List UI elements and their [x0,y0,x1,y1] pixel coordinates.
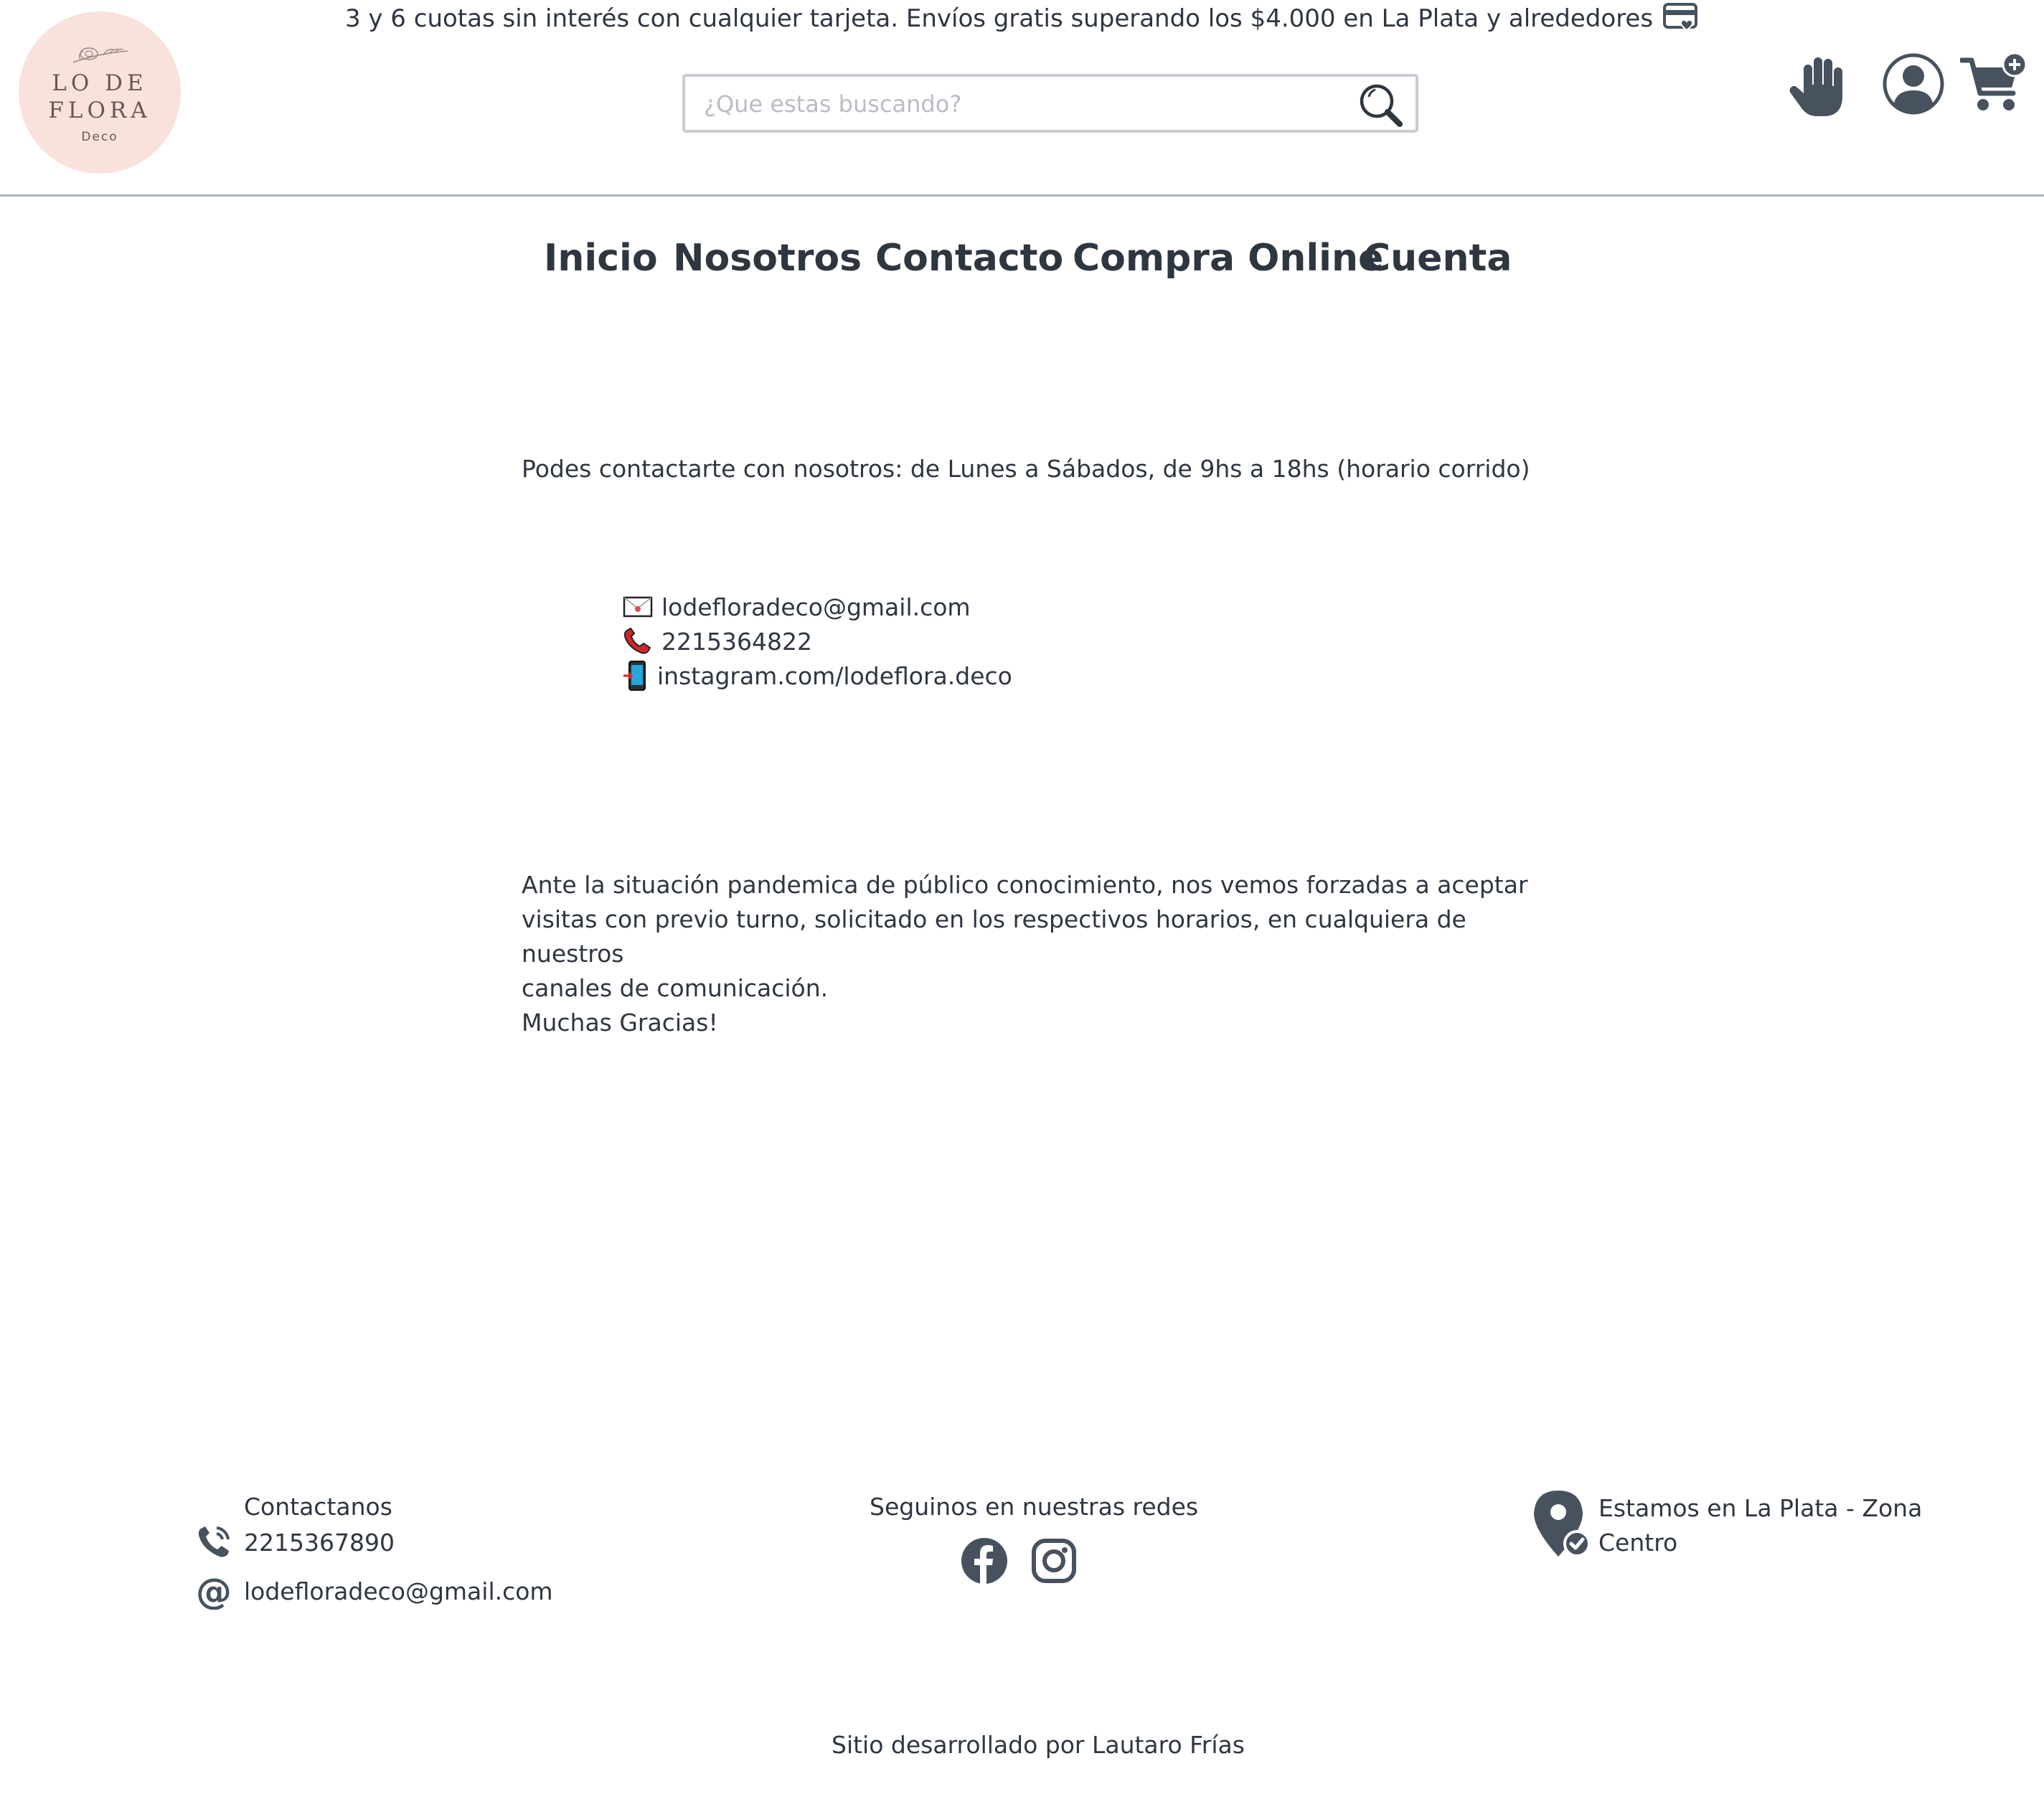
promo-text: 3 y 6 cuotas sin interés con cualquier t… [344,4,1654,33]
flower-sprig-icon [72,47,128,63]
contact-list: lodefloradeco@gmail.com 2215364822 insta… [623,590,1012,693]
contact-hours: Podes contactarte con nosotros: de Lunes… [522,455,1530,483]
footer-social-title: Seguinos en nuestras redes [870,1493,1199,1521]
nav-item-inicio[interactable]: Inicio [544,237,658,280]
footer-location-line-1: Estamos en La Plata - Zona [1598,1494,1923,1522]
instagram-icon[interactable] [1031,1538,1077,1584]
envelope-icon [623,595,653,618]
header-divider [0,194,2044,197]
hand-icon[interactable] [1786,52,1851,121]
notice-line: Ante la situación pandemica de público c… [522,871,1528,899]
search-box [682,74,1418,133]
contact-row-email: lodefloradeco@gmail.com [623,590,1012,624]
logo-line-1: LO DE [52,70,148,96]
notice-line: canales de comunicación. [522,974,829,1002]
contact-row-phone: 2215364822 [623,624,1012,658]
footer-credit: Sitio desarrollado por Lautaro Frías [832,1731,1245,1759]
telephone-icon [623,628,653,655]
footer-phone[interactable]: 2215367890 [244,1525,395,1561]
nav-item-nosotros[interactable]: Nosotros [673,237,862,280]
footer-email[interactable]: lodefloradeco@gmail.com [244,1574,553,1610]
nav-item-cuenta[interactable]: Cuenta [1363,237,1512,280]
contact-row-instagram: instagram.com/lodeflora.deco [623,658,1012,693]
search-icon[interactable] [1357,81,1404,128]
user-icon[interactable] [1881,52,1946,119]
contact-phone[interactable]: 2215364822 [661,628,812,656]
nav-item-contacto[interactable]: Contacto [875,237,1063,280]
contact-instagram[interactable]: instagram.com/lodeflora.deco [657,662,1012,690]
main-nav: Inicio Nosotros Contacto Compra Online C… [0,237,2044,287]
notice-line: visitas con previo turno, solicitado en … [522,905,1466,968]
footer-location-line-2: Centro [1598,1529,1678,1557]
nav-item-compra-online[interactable]: Compra Online [1073,237,1383,280]
logo-line-3: Deco [81,130,118,144]
promo-banner: 3 y 6 cuotas sin interés con cualquier t… [0,0,2044,37]
logo-line-2: FLORA [48,98,151,123]
notice-thanks: Muchas Gracias! [522,1009,718,1037]
search-input[interactable] [702,77,1337,131]
mobile-phone-icon [623,660,649,691]
pandemic-notice: Ante la situación pandemica de público c… [522,868,1540,1040]
footer-contact-title: Contactanos [244,1493,392,1521]
at-sign-icon: @ [195,1571,232,1613]
contact-email[interactable]: lodefloradeco@gmail.com [661,593,971,621]
phone-ringing-icon [195,1524,232,1564]
location-check-icon [1531,1489,1591,1561]
store-logo[interactable]: LO DE FLORA Deco [19,11,181,174]
cart-add-icon[interactable] [1959,52,2029,118]
svg-text:@: @ [196,1572,232,1610]
credit-card-heart-icon [1663,1,1699,36]
facebook-icon[interactable] [961,1538,1007,1584]
